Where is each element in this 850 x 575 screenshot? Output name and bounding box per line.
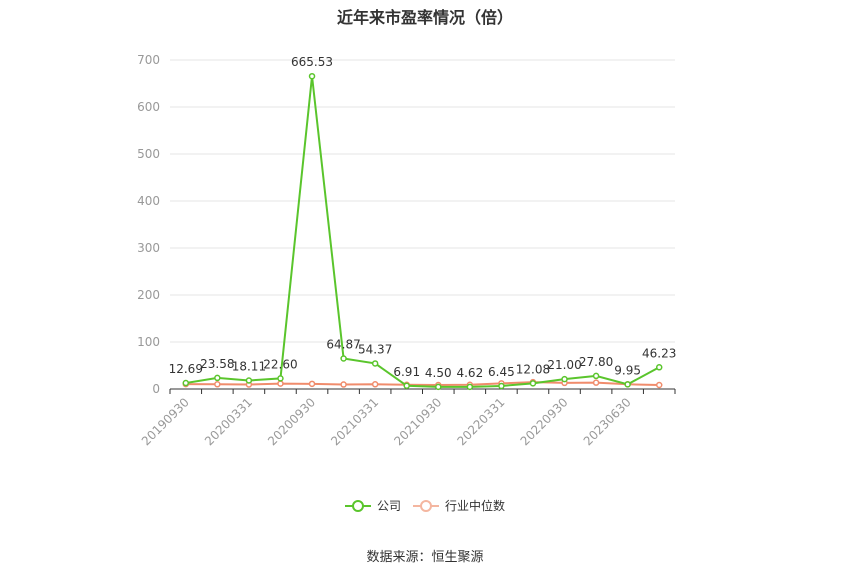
data-point: [308, 72, 316, 80]
data-point: [340, 355, 347, 362]
x-tick-label: 20230630: [581, 395, 634, 448]
data-label: 46.23: [642, 346, 676, 360]
data-point: [466, 383, 474, 391]
x-tick-label: 20210331: [328, 395, 381, 448]
data-label: 18.11: [232, 359, 266, 373]
data-label: 4.62: [456, 366, 483, 380]
data-point: [371, 360, 379, 367]
data-point: [214, 381, 221, 388]
data-label: 4.50: [425, 366, 452, 380]
x-tick-label: 20220930: [518, 395, 571, 448]
data-point: [340, 381, 347, 388]
data-label: 64.87: [326, 338, 360, 352]
series-line: [185, 381, 660, 387]
data-label: 9.95: [614, 363, 641, 377]
x-tick-label: 20190930: [139, 395, 192, 448]
data-point: [655, 364, 663, 371]
data-label: 665.53: [291, 55, 333, 69]
data-point: [403, 382, 410, 390]
y-tick-label: 600: [137, 100, 160, 114]
data-point: [592, 372, 600, 380]
legend-label-company: 公司: [376, 499, 401, 513]
data-point: [182, 379, 190, 387]
data-point: [529, 380, 537, 387]
data-label: 22.60: [263, 357, 297, 371]
y-tick-label: 500: [137, 147, 160, 161]
y-tick-label: 400: [137, 194, 160, 208]
data-point: [308, 380, 316, 388]
data-label: 54.37: [358, 342, 392, 356]
series-line: [185, 76, 660, 388]
data-point: [624, 381, 631, 388]
data-point: [498, 382, 505, 390]
data-label: 6.45: [488, 365, 515, 379]
data-point: [371, 381, 379, 388]
data-point: [592, 379, 600, 386]
legend-label-industry: 行业中位数: [445, 499, 506, 513]
data-label: 12.69: [169, 362, 203, 376]
data-point: [214, 374, 221, 382]
x-tick-label: 20200331: [202, 395, 255, 448]
data-label: 27.80: [579, 355, 613, 369]
line-chart: 010020030040050060070020190930 20200331 20…: [137, 53, 676, 448]
data-point: [245, 377, 253, 384]
x-tick-label: 20220331: [454, 395, 507, 448]
y-tick-label: 300: [137, 241, 160, 255]
data-label: 23.58: [200, 357, 234, 371]
legend-item-industry[interactable]: 行业中位数: [413, 497, 505, 514]
x-tick-label: 20210930: [391, 395, 444, 448]
data-label: 6.91: [393, 365, 420, 379]
y-tick-label: 100: [137, 335, 160, 349]
legend-swatch-industry: [413, 499, 439, 513]
legend-swatch-company: [344, 499, 371, 513]
data-point: [277, 380, 284, 387]
data-point: [561, 375, 568, 383]
data-point: [277, 375, 284, 382]
y-tick-label: 700: [137, 53, 160, 67]
legend: 公司 行业中位数: [0, 497, 850, 514]
source-note: 数据来源：恒生聚源: [366, 550, 484, 565]
data-point: [435, 383, 442, 391]
data-label: 12.08: [516, 362, 550, 376]
data-label: 21.00: [547, 358, 581, 372]
y-tick-label: 200: [137, 288, 160, 302]
legend-item-company[interactable]: 公司: [344, 497, 401, 514]
data-point: [655, 381, 663, 389]
x-tick-label: 20200930: [265, 395, 318, 448]
y-tick-label: 0: [152, 382, 160, 396]
